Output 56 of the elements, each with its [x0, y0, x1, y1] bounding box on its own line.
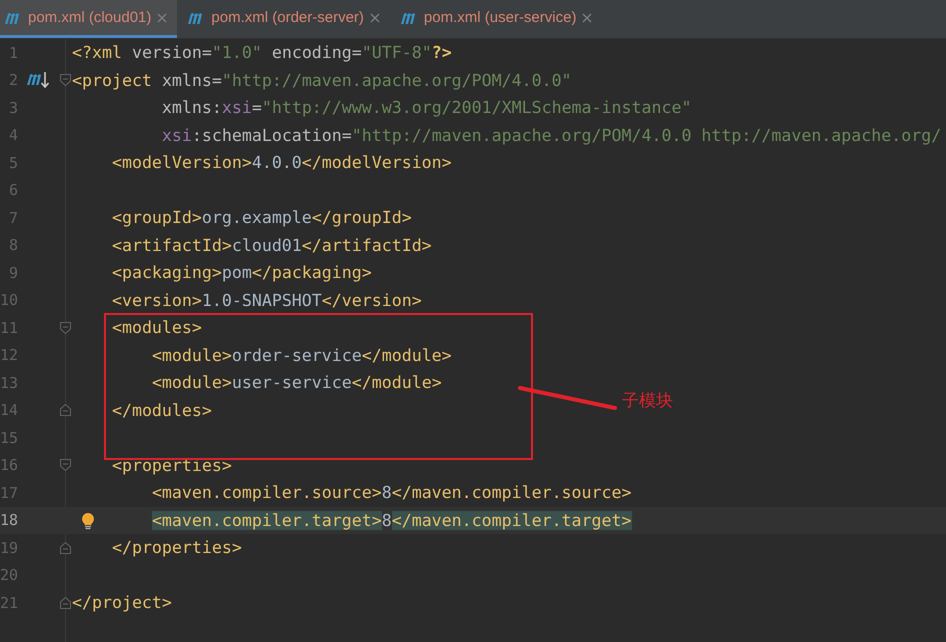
fold-icon[interactable]: [60, 596, 70, 609]
close-icon[interactable]: [157, 12, 168, 22]
code-line: xsi:schemaLocation="http://maven.apache.org/POM/4.0.0 http://maven.apache.org/: [160, 126, 942, 145]
line-number: 7: [8, 208, 18, 227]
code-line: <modelVersion>4.0.0</modelVersion>: [110, 153, 452, 172]
code-line: <properties>: [110, 456, 232, 475]
line-number: 15: [0, 428, 18, 447]
line-number: 1: [8, 44, 18, 62]
file-tab[interactable]: pom.xml (order-server): [183, 0, 390, 38]
file-tab[interactable]: pom.xml (cloud01): [0, 0, 178, 38]
line-number: 10: [0, 291, 18, 310]
line-number: 3: [8, 98, 18, 117]
fold-icon[interactable]: [60, 459, 70, 472]
fold-icon[interactable]: [60, 74, 70, 86]
maven-arrow-icon[interactable]: [26, 70, 50, 90]
line-number: 11: [0, 318, 18, 337]
code-line: <artifactId>cloud01</artifactId>: [110, 236, 432, 255]
fold-icon[interactable]: [60, 542, 70, 554]
line-number: 18: [0, 511, 18, 530]
line-number: 6: [8, 181, 18, 200]
code-line: <packaging>pom</packaging>: [110, 263, 372, 282]
line-number: 14: [0, 401, 18, 420]
code-line: <maven.compiler.target>8</maven.compiler.target>: [150, 510, 632, 530]
maven-icon: [400, 10, 418, 24]
maven-icon: [4, 10, 22, 24]
code-line: </project>: [72, 593, 172, 612]
line-number: 20: [0, 566, 18, 584]
code-line: xmlns:xsi="http://www.w3.org/2001/XMLSchema-instance": [160, 98, 692, 118]
code-line: <groupId>org.example</groupId>: [110, 208, 412, 228]
line-number: 17: [0, 484, 18, 502]
code-line: <maven.compiler.source>8</maven.compiler.source>: [150, 483, 632, 502]
code-line: <modules>: [110, 318, 202, 338]
code-line: </properties>: [110, 538, 242, 558]
line-number: 8: [8, 236, 18, 254]
file-tab[interactable]: pom.xml (user-service): [396, 0, 602, 38]
fold-icon[interactable]: [60, 322, 70, 334]
line-number: 9: [8, 264, 18, 282]
line-number: 16: [0, 456, 18, 474]
line-number: 2: [8, 71, 18, 90]
code-line: <module>user-service</module>: [150, 373, 442, 392]
line-number: 19: [0, 538, 18, 557]
annotation-label: 子模块: [622, 390, 673, 412]
line-number: 21: [0, 594, 18, 612]
close-icon[interactable]: [370, 12, 380, 22]
line-number: 4: [8, 126, 18, 144]
code-line: <project xmlns="http://maven.apache.org/POM/4.0.0": [72, 70, 572, 90]
code-line: <?xml version="1.0" encoding="UTF-8"?>: [72, 43, 452, 62]
lightbulb-icon[interactable]: [80, 512, 96, 530]
code-line: <version>1.0-SNAPSHOT</version>: [110, 290, 422, 310]
line-number: 5: [8, 154, 18, 172]
fold-icon[interactable]: [60, 404, 70, 416]
line-number: 13: [0, 374, 18, 392]
line-number: 12: [0, 346, 18, 364]
code-line: <module>order-service</module>: [150, 346, 452, 365]
code-line: </modules>: [110, 400, 212, 420]
close-icon[interactable]: [582, 12, 592, 22]
